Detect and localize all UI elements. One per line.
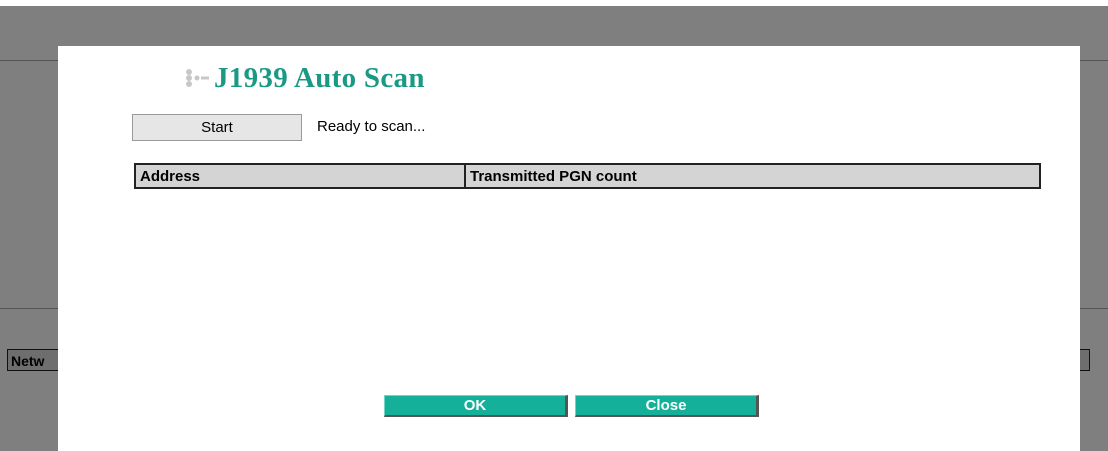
column-header-pgn-count: Transmitted PGN count xyxy=(464,163,1041,189)
column-header-address: Address xyxy=(134,163,466,189)
ok-button[interactable]: OK xyxy=(384,395,568,417)
scan-results-table: Address Transmitted PGN count xyxy=(134,163,1041,189)
dialog-title-text: J1939 Auto Scan xyxy=(214,61,425,94)
auto-scan-dialog: J1939 Auto Scan Start Ready to scan... A… xyxy=(58,46,1080,451)
dots-bullet-icon xyxy=(184,68,210,88)
top-strip xyxy=(0,0,1108,6)
dialog-title: J1939 Auto Scan xyxy=(184,60,425,96)
scan-status-text: Ready to scan... xyxy=(317,118,426,135)
close-button[interactable]: Close xyxy=(575,395,759,417)
start-scan-button[interactable]: Start xyxy=(132,114,302,141)
table-header-row: Address Transmitted PGN count xyxy=(134,163,1041,189)
